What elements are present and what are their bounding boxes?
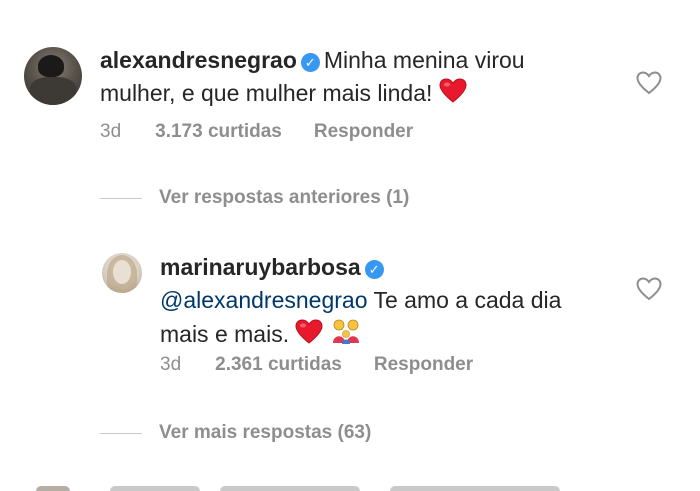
verified-badge-icon: ✓	[300, 53, 320, 72]
red-heart-emoji-icon	[439, 78, 467, 103]
reply-reply-button[interactable]: Responder	[374, 354, 473, 376]
view-more-replies-button[interactable]: Ver mais respostas (63)	[100, 422, 371, 444]
reply-mention-link[interactable]: @alexandresnegrao	[160, 287, 367, 313]
divider-line	[100, 197, 142, 199]
cutoff-avatar	[36, 486, 70, 491]
avatar-photo-detail	[30, 77, 76, 105]
comment-meta: 3d 3.173 curtidas Responder	[100, 121, 413, 143]
family-emoji-icon	[332, 319, 359, 344]
comment-text-line2: mulher, e que mulher mais linda!	[100, 80, 433, 106]
cutoff-text	[110, 486, 200, 491]
cutoff-text	[220, 486, 360, 491]
comment-time[interactable]: 3d	[100, 121, 121, 143]
next-comment-cutoff	[0, 484, 700, 491]
reply-username[interactable]: marinaruybarbosa	[160, 254, 361, 280]
reply-meta: 3d 2.361 curtidas Responder	[160, 354, 473, 376]
reply-like-heart-icon[interactable]	[635, 276, 663, 302]
comment-text-line1: Minha menina virou	[323, 47, 525, 73]
reply-body: marinaruybarbosa ✓ @alexandresnegrao Te a…	[160, 251, 630, 351]
view-previous-replies-button[interactable]: Ver respostas anteriores (1)	[100, 187, 409, 209]
view-previous-replies-label: Ver respostas anteriores (1)	[159, 187, 410, 208]
reply-text-line2: mais e mais.	[160, 321, 290, 347]
like-heart-icon[interactable]	[635, 70, 663, 96]
reply-text-rest: Te amo a cada dia	[373, 287, 562, 313]
comment-avatar[interactable]	[24, 47, 82, 105]
comment-reply-button[interactable]: Responder	[314, 121, 413, 143]
reply-time[interactable]: 3d	[160, 354, 181, 376]
verified-badge-icon: ✓	[364, 260, 384, 279]
cutoff-text	[390, 486, 560, 491]
reply-likes[interactable]: 2.361 curtidas	[215, 354, 342, 376]
avatar-photo-detail	[38, 55, 64, 77]
reply-avatar[interactable]	[102, 253, 142, 293]
comment-body: alexandresnegrao ✓ Minha menina virou mulh…	[100, 44, 620, 110]
comment-likes[interactable]: 3.173 curtidas	[155, 121, 282, 143]
avatar-photo-detail	[113, 260, 131, 284]
red-heart-emoji-icon	[295, 319, 323, 344]
view-more-replies-label: Ver mais respostas (63)	[159, 422, 372, 443]
comment-username[interactable]: alexandresnegrao	[100, 47, 297, 73]
divider-line	[100, 432, 142, 434]
